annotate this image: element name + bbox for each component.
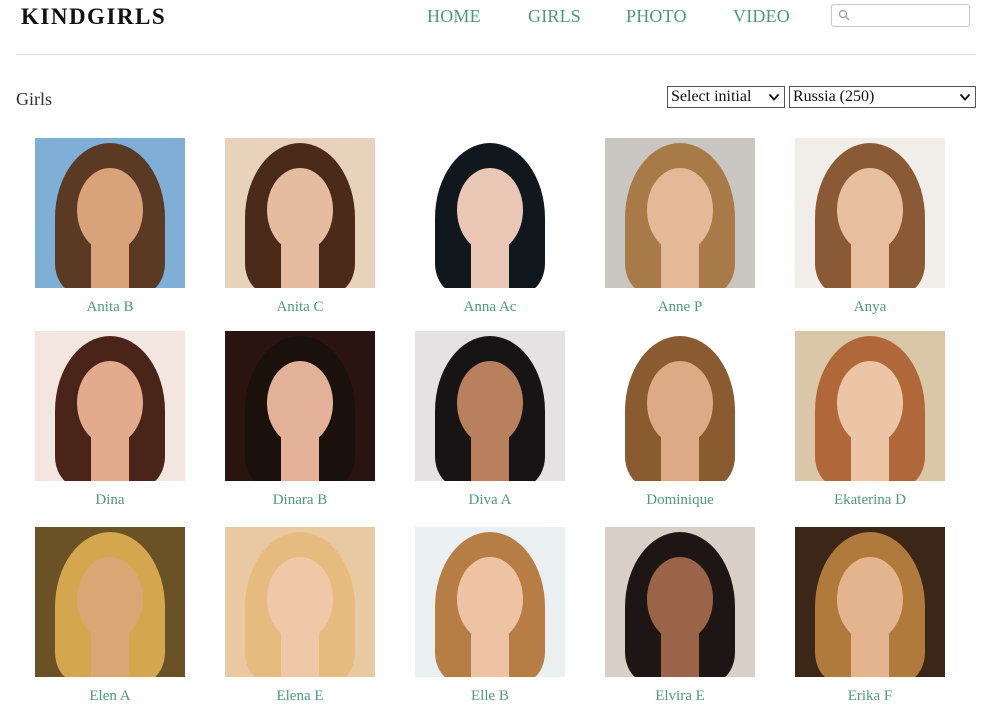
girl-name-link[interactable]: Anita C	[205, 299, 395, 316]
girl-thumbnail[interactable]	[605, 527, 755, 677]
girl-thumbnail[interactable]	[795, 331, 945, 481]
thumbnail-face	[647, 168, 713, 252]
girl-thumbnail[interactable]	[35, 138, 185, 288]
girl-thumbnail[interactable]	[415, 527, 565, 677]
girl-thumbnail[interactable]	[225, 138, 375, 288]
girl-name-link[interactable]: Diva A	[395, 492, 585, 509]
girl-thumbnail[interactable]	[225, 527, 375, 677]
thumbnail-face	[267, 168, 333, 252]
girl-name-link[interactable]: Elena E	[205, 688, 395, 705]
girl-name-link[interactable]: Anita B	[15, 299, 205, 316]
girl-name-link[interactable]: Ekaterina D	[775, 492, 965, 509]
chevron-down-icon	[959, 93, 971, 101]
chevron-down-icon	[768, 93, 780, 101]
search-box[interactable]	[831, 4, 970, 27]
thumbnail-face	[647, 557, 713, 641]
thumbnail-face	[457, 168, 523, 252]
thumbnail-face	[77, 168, 143, 252]
girl-thumbnail[interactable]	[415, 138, 565, 288]
thumbnail-face	[837, 557, 903, 641]
thumbnail-face	[457, 557, 523, 641]
nav-home[interactable]: HOME	[427, 6, 481, 27]
girl-name-link[interactable]: Anya	[775, 299, 965, 316]
initial-select-value: Select initial	[671, 88, 752, 105]
girl-name-link[interactable]: Elle B	[395, 688, 585, 705]
girl-thumbnail[interactable]	[795, 138, 945, 288]
girl-name-link[interactable]: Dinara B	[205, 492, 395, 509]
thumbnail-face	[837, 361, 903, 445]
search-icon	[838, 9, 850, 21]
nav-girls[interactable]: GIRLS	[528, 6, 581, 27]
girl-name-link[interactable]: Anna Ac	[395, 299, 585, 316]
page-title: Girls	[16, 89, 52, 109]
girl-thumbnail[interactable]	[605, 331, 755, 481]
girl-name-link[interactable]: Anne P	[585, 299, 775, 316]
nav-photo[interactable]: PHOTO	[626, 6, 687, 27]
thumbnail-face	[77, 361, 143, 445]
thumbnail-face	[77, 557, 143, 641]
girl-thumbnail[interactable]	[415, 331, 565, 481]
country-select-value: Russia (250)	[793, 88, 875, 105]
thumbnail-face	[647, 361, 713, 445]
girl-thumbnail[interactable]	[605, 138, 755, 288]
header-divider	[16, 54, 976, 55]
girl-name-link[interactable]: Dina	[15, 492, 205, 509]
girl-name-link[interactable]: Erika F	[775, 688, 965, 705]
thumbnail-face	[837, 168, 903, 252]
thumbnail-face	[267, 557, 333, 641]
country-select[interactable]: Russia (250)	[789, 86, 976, 108]
initial-select[interactable]: Select initial	[667, 86, 785, 108]
nav-video[interactable]: VIDEO	[733, 6, 790, 27]
thumbnail-face	[267, 361, 333, 445]
girl-name-link[interactable]: Dominique	[585, 492, 775, 509]
girl-thumbnail[interactable]	[35, 527, 185, 677]
girl-name-link[interactable]: Elen A	[15, 688, 205, 705]
girl-name-link[interactable]: Elvira E	[585, 688, 775, 705]
girl-thumbnail[interactable]	[35, 331, 185, 481]
girl-thumbnail[interactable]	[795, 527, 945, 677]
thumbnail-face	[457, 361, 523, 445]
search-input[interactable]	[854, 6, 966, 25]
girl-thumbnail[interactable]	[225, 331, 375, 481]
